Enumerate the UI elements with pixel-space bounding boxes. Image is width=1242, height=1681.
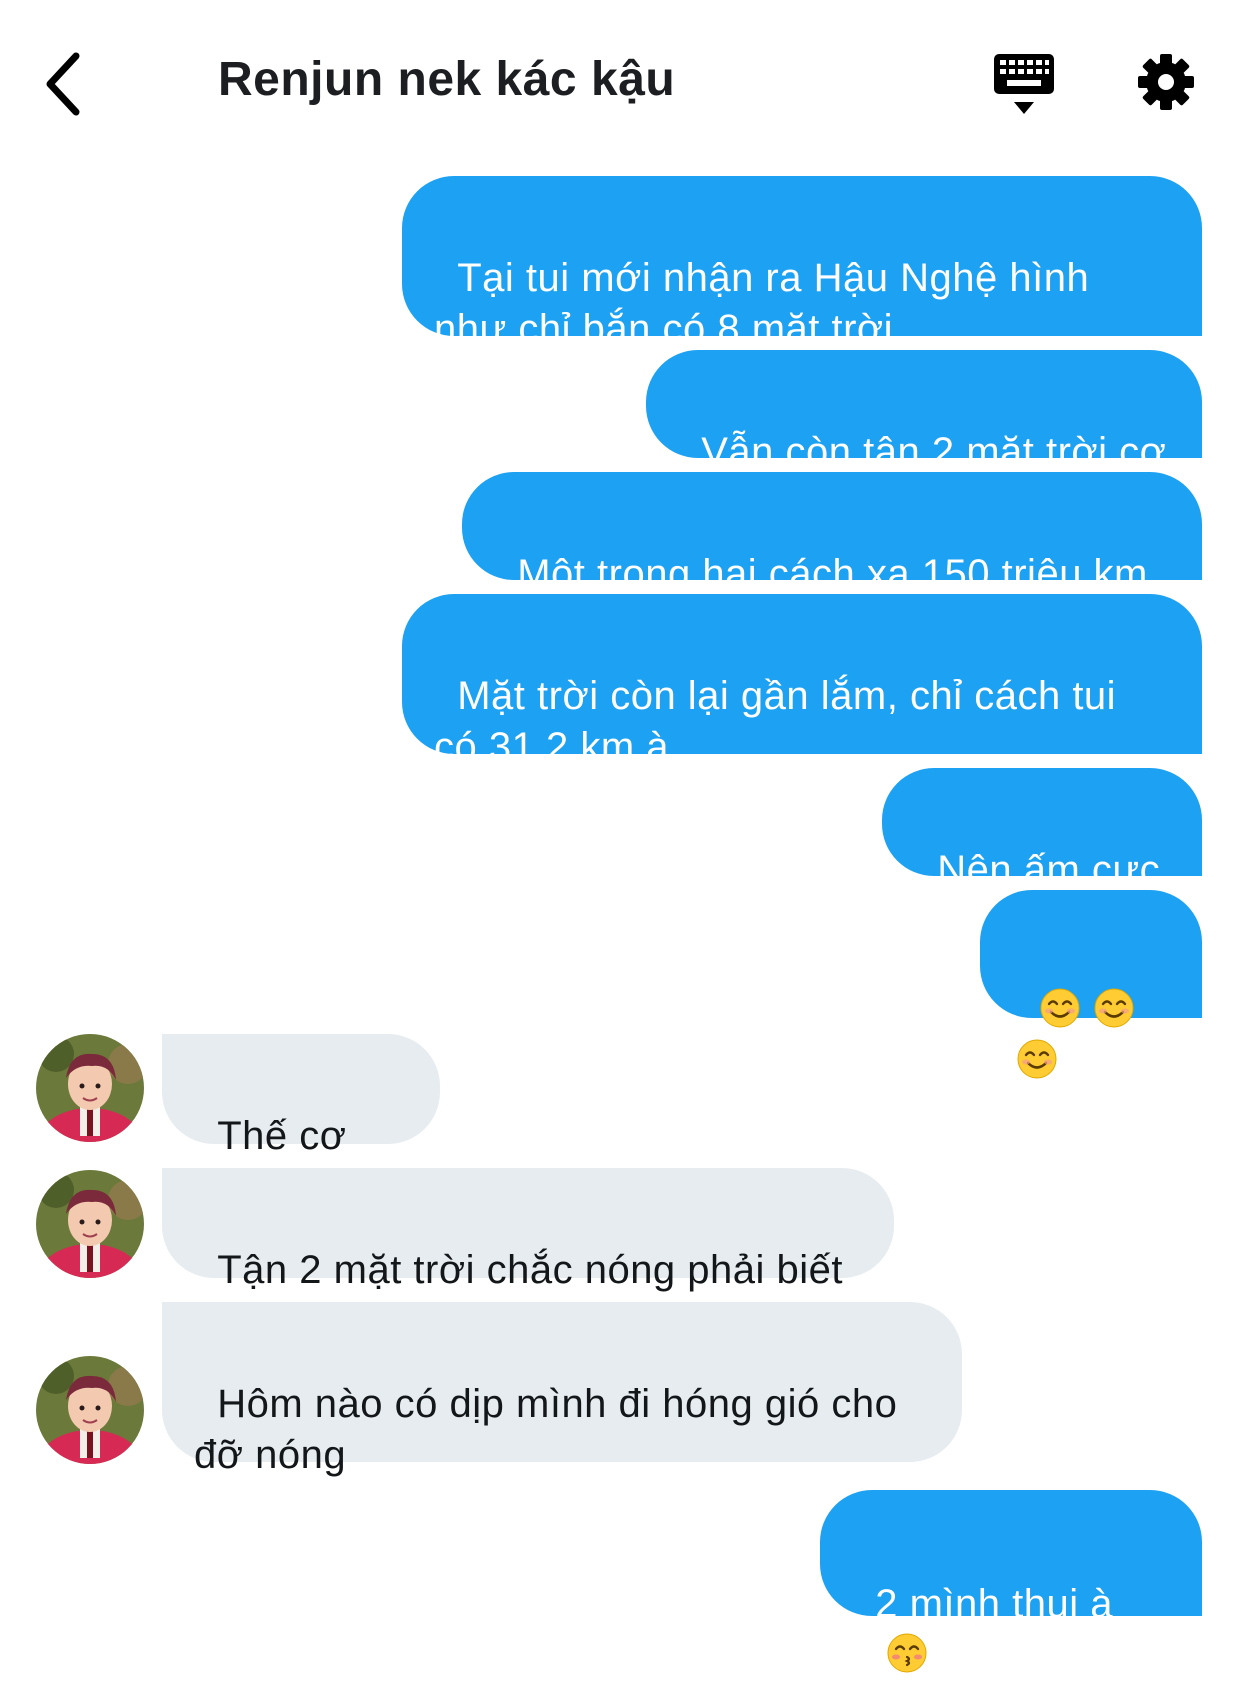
gear-icon xyxy=(1138,54,1194,110)
message-bubble-outgoing[interactable] xyxy=(980,890,1202,1079)
message-bubble-incoming[interactable]: Thế cơ áaa xyxy=(162,1034,440,1209)
message-text: Tận 2 mặt trời chắc nóng phải biết xyxy=(217,1248,844,1292)
message-bubble-outgoing[interactable]: Tại tui mới nhận ra Hậu Nghệ hình như ch… xyxy=(402,176,1202,351)
keyboard-button[interactable] xyxy=(992,52,1056,118)
message-text: 2 mình thui à xyxy=(875,1582,1113,1626)
message-bubble-outgoing[interactable]: 2 mình thui à xyxy=(820,1490,1202,1673)
avatar[interactable] xyxy=(36,1356,144,1464)
message-bubble-outgoing[interactable]: Nên ấm cực í xyxy=(882,768,1202,943)
message-text: Vẫn còn tận 2 mặt trời cơ xyxy=(701,430,1167,474)
message-bubble-outgoing[interactable]: Một trong hai cách xa 150 triệu km xyxy=(462,472,1202,596)
avatar-photo xyxy=(36,1356,144,1464)
chat-header: Renjun nek kác kậu xyxy=(0,0,1242,160)
message-bubble-incoming[interactable]: Tận 2 mặt trời chắc nóng phải biết xyxy=(162,1168,894,1292)
avatar-photo xyxy=(36,1170,144,1278)
message-text: Một trong hai cách xa 150 triệu km xyxy=(517,552,1148,596)
settings-button[interactable] xyxy=(1136,52,1196,112)
back-chevron-icon xyxy=(46,52,80,116)
message-text: Tại tui mới nhận ra Hậu Nghệ hình như ch… xyxy=(434,256,1090,351)
message-text: Mặt trời còn lại gần lắm, chỉ cách tui c… xyxy=(434,674,1117,769)
smiling-face-emoji-icon xyxy=(1094,988,1134,1028)
message-bubble-outgoing[interactable]: Mặt trời còn lại gần lắm, chỉ cách tui c… xyxy=(402,594,1202,769)
back-button[interactable] xyxy=(40,48,88,120)
keyboard-icon xyxy=(994,54,1054,114)
chat-title: Renjun nek kác kậu xyxy=(218,53,676,106)
avatar[interactable] xyxy=(36,1170,144,1278)
kissing-face-emoji-icon xyxy=(887,1633,927,1673)
smiling-face-emoji-icon xyxy=(1017,1039,1057,1079)
message-bubble-incoming[interactable]: Hôm nào có dịp mình đi hóng gió cho đỡ n… xyxy=(162,1302,962,1477)
message-bubble-outgoing[interactable]: Vẫn còn tận 2 mặt trời cơ xyxy=(646,350,1202,474)
smiling-face-emoji-icon xyxy=(1040,988,1080,1028)
avatar[interactable] xyxy=(36,1034,144,1142)
message-text: Hôm nào có dịp mình đi hóng gió cho đỡ n… xyxy=(194,1382,898,1477)
avatar-photo xyxy=(36,1034,144,1142)
